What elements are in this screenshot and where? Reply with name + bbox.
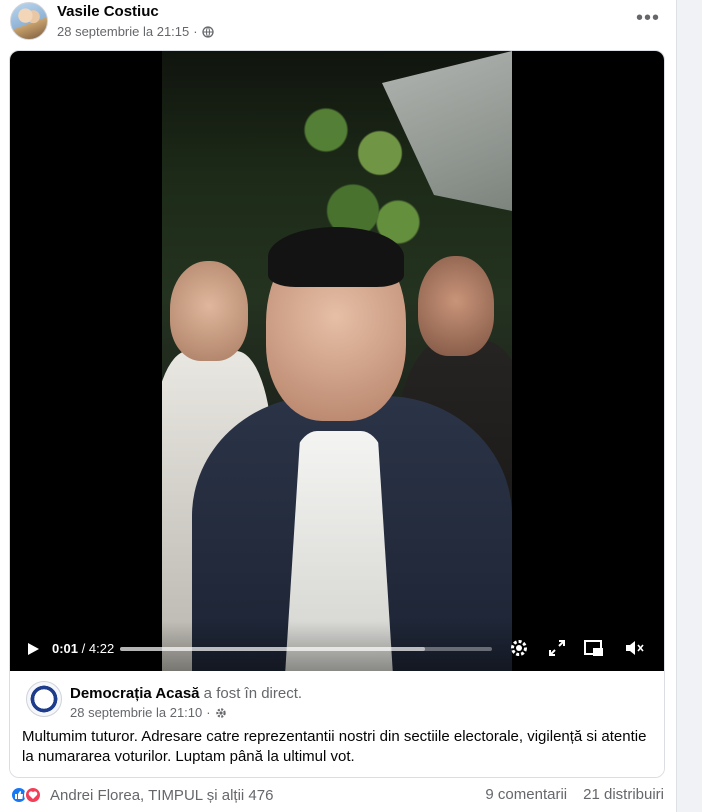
video-time: 0:01 / 4:22 [52, 641, 114, 656]
shares-count[interactable]: 21 distribuiri [583, 786, 664, 803]
video-frame[interactable] [162, 51, 512, 671]
current-time: 0:01 [52, 641, 79, 656]
post-text: Multumim tuturor. Adresare catre repreze… [22, 728, 647, 765]
settings-icon[interactable] [508, 637, 530, 659]
seek-bar[interactable] [120, 647, 492, 651]
video-player[interactable]: 0:01 / 4:22 [10, 51, 664, 671]
post-date[interactable]: 28 septembrie la 21:15 [57, 24, 189, 39]
globe-icon[interactable] [201, 25, 214, 38]
feed-background [676, 0, 702, 812]
shared-post: 0:01 / 4:22 Democrația Acasă a fost în d… [9, 50, 665, 778]
page-name[interactable]: Democrația Acasă [70, 685, 200, 702]
meta-separator: · [193, 24, 198, 39]
play-icon[interactable] [26, 642, 40, 656]
love-reaction-icon [24, 786, 42, 804]
page-line: Democrația Acasă a fost în direct. [70, 685, 302, 702]
reaction-names[interactable]: Andrei Florea, TIMPUL și alții 476 [50, 787, 273, 804]
reactions-summary[interactable]: Andrei Florea, TIMPUL și alții 476 [10, 786, 273, 804]
picture-in-picture-icon[interactable] [583, 637, 605, 659]
meta-separator: · [206, 705, 211, 720]
person-right-head [418, 256, 494, 356]
seek-buffered [120, 647, 426, 651]
more-options-icon[interactable]: ••• [636, 7, 660, 29]
speaker-hair [268, 227, 404, 287]
engagement-counts: 9 comentarii 21 distribuiri [485, 786, 664, 803]
person-left-head [170, 261, 248, 361]
post-meta: 28 septembrie la 21:15 · [57, 24, 214, 39]
time-separator: / [78, 641, 89, 656]
fullscreen-icon[interactable] [546, 637, 568, 659]
mute-icon[interactable] [624, 637, 646, 659]
author-name[interactable]: Vasile Costiuc [57, 3, 159, 20]
post-card: Vasile Costiuc 28 septembrie la 21:15 · … [0, 0, 676, 812]
comments-count[interactable]: 9 comentarii [485, 786, 567, 803]
settings-small-icon[interactable] [215, 707, 227, 719]
total-time: 4:22 [88, 641, 115, 656]
shared-post-date[interactable]: 28 septembrie la 21:10 [70, 705, 202, 720]
author-avatar[interactable] [10, 2, 48, 40]
live-status: a fost în direct. [199, 685, 303, 702]
shared-post-meta: 28 septembrie la 21:10 · [70, 705, 227, 720]
page-logo[interactable] [26, 681, 62, 717]
shared-post-info: Democrația Acasă a fost în direct. 28 se… [10, 671, 664, 777]
